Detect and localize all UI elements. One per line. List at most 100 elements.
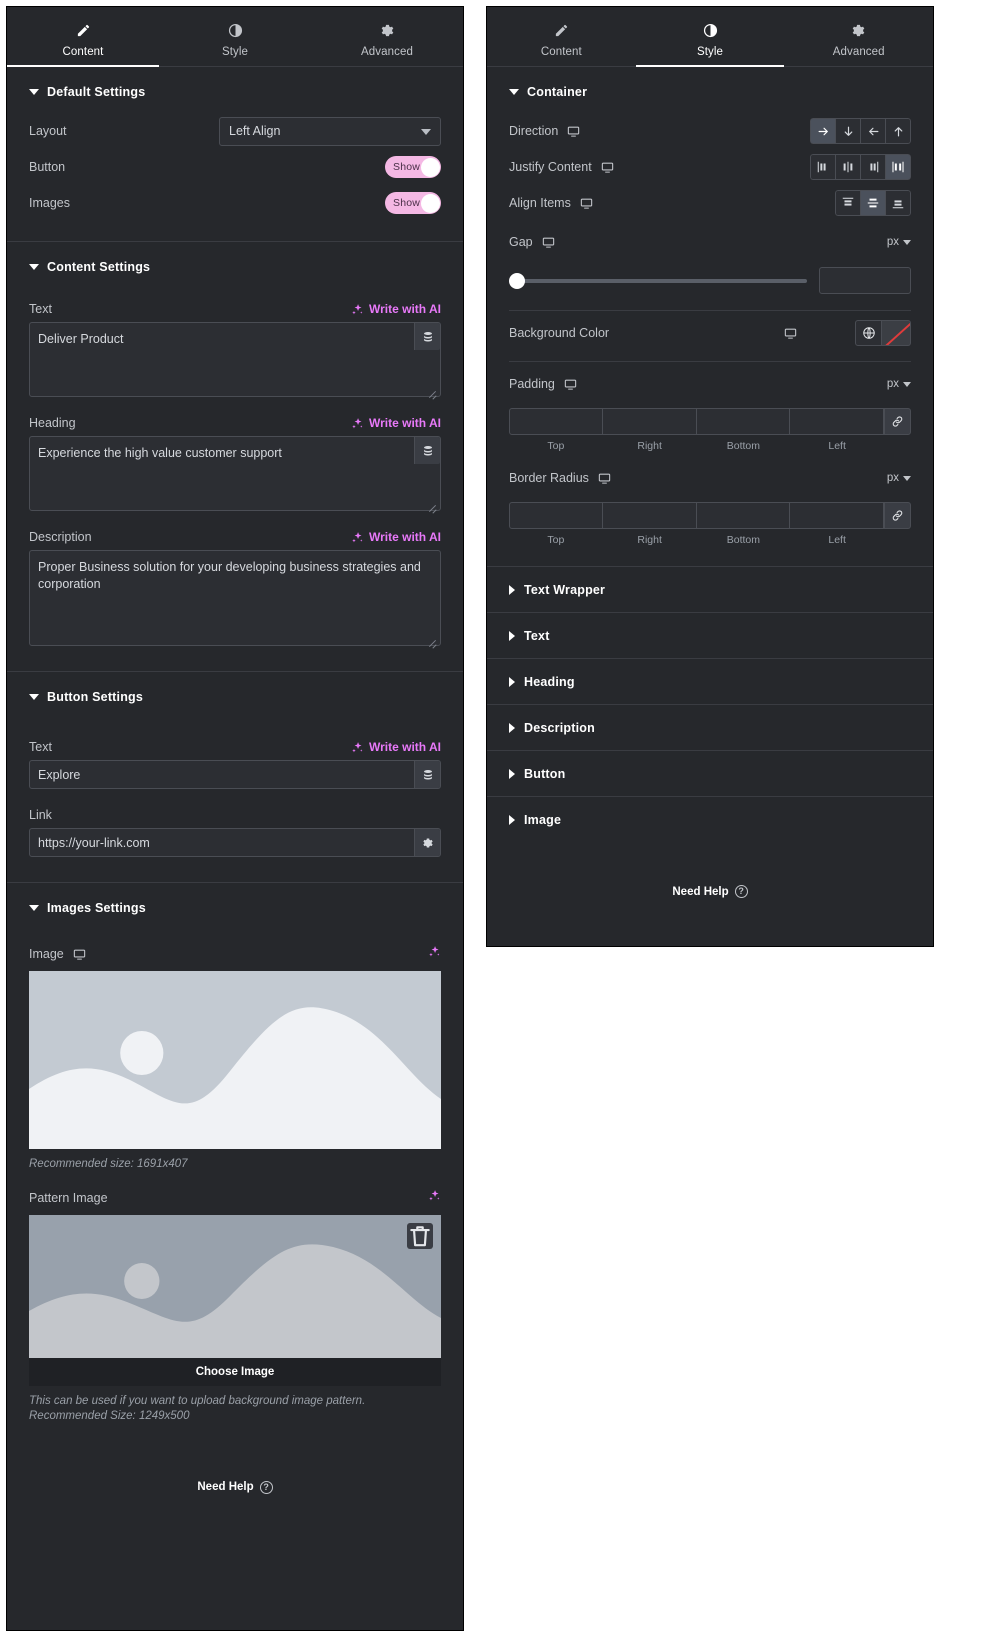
write-with-ai-text-button[interactable]: Write with AI [351, 302, 441, 316]
choose-image-button[interactable]: Choose Image [29, 1357, 441, 1386]
direction-column-button[interactable] [835, 118, 861, 144]
write-with-ai-description-button[interactable]: Write with AI [351, 530, 441, 544]
heading-textarea[interactable] [29, 436, 441, 511]
tab-content[interactable]: Content [7, 7, 159, 67]
link-options-gear-icon[interactable] [414, 829, 440, 856]
text-textarea[interactable] [29, 322, 441, 397]
section-button-settings-header[interactable]: Button Settings [29, 672, 441, 708]
section-content-settings: Content Settings Text Write with AI Deli… [7, 242, 463, 672]
gap-label: Gap [509, 235, 533, 249]
link-input[interactable] [29, 828, 441, 857]
direction-row-button[interactable] [810, 118, 836, 144]
padding-left-input[interactable] [790, 408, 884, 435]
justify-start-button[interactable] [810, 154, 836, 180]
border-radius-left-input[interactable] [790, 502, 884, 529]
accordion-text[interactable]: Text [487, 613, 933, 659]
tab-style[interactable]: Style [159, 7, 311, 67]
border-radius-dimensions: Top Right Bottom Left [509, 502, 911, 546]
responsive-device-icon[interactable] [567, 125, 580, 138]
global-colors-globe-icon[interactable] [855, 320, 882, 346]
gap-slider[interactable] [509, 272, 807, 289]
background-color-swatch-none[interactable] [882, 320, 911, 346]
caret-right-icon [509, 722, 515, 733]
padding-right-input[interactable] [602, 408, 697, 435]
responsive-device-icon[interactable] [542, 236, 555, 249]
tab-content[interactable]: Content [487, 7, 636, 67]
justify-space-between-button[interactable] [885, 154, 911, 180]
gap-slider-knob[interactable] [509, 272, 525, 289]
ai-image-sparkle-icon[interactable] [428, 945, 441, 963]
row-align-items: Align Items [509, 185, 911, 221]
dynamic-tags-icon[interactable] [414, 761, 440, 788]
pattern-image-preview[interactable] [29, 1214, 441, 1358]
question-mark-icon: ? [259, 1480, 273, 1494]
tab-advanced[interactable]: Advanced [784, 7, 933, 67]
image-preview[interactable] [29, 971, 441, 1149]
images-show-toggle[interactable]: Show [385, 192, 441, 214]
align-start-button[interactable] [835, 190, 861, 216]
caret-right-icon [509, 768, 515, 779]
layout-select[interactable]: Left Align [219, 116, 441, 146]
border-radius-bottom-input[interactable] [696, 502, 791, 529]
align-end-button[interactable] [885, 190, 911, 216]
section-default-settings-header[interactable]: Default Settings [29, 67, 441, 103]
contrast-icon [703, 23, 718, 39]
align-items-button-group [835, 190, 911, 216]
description-textarea[interactable] [29, 550, 441, 646]
padding-bottom-input[interactable] [696, 408, 791, 435]
section-container-header[interactable]: Container [509, 67, 911, 103]
align-center-button[interactable] [860, 190, 886, 216]
dynamic-tags-icon[interactable] [414, 323, 440, 350]
padding-unit-select[interactable]: px [887, 378, 911, 390]
border-radius-link-values-icon[interactable] [884, 502, 911, 529]
responsive-device-icon[interactable] [580, 197, 593, 210]
image-label: Image [29, 947, 64, 961]
text-field-label: Text [29, 302, 52, 316]
delete-pattern-image-button[interactable] [407, 1222, 433, 1249]
section-content-settings-header[interactable]: Content Settings [29, 242, 441, 278]
accordion-button[interactable]: Button [487, 751, 933, 797]
style-panel-need-help[interactable]: Need Help ? [487, 843, 933, 926]
ai-pattern-sparkle-icon[interactable] [428, 1189, 441, 1207]
border-radius-unit-select[interactable]: px [887, 472, 911, 484]
padding-bottom-sublabel: Bottom [726, 440, 760, 452]
chevron-down-icon [903, 475, 911, 481]
button-show-toggle[interactable]: Show [385, 156, 441, 178]
accordion-description[interactable]: Description [487, 705, 933, 751]
justify-end-button[interactable] [860, 154, 886, 180]
tab-advanced[interactable]: Advanced [311, 7, 463, 67]
responsive-device-icon[interactable] [564, 378, 577, 391]
responsive-device-icon[interactable] [601, 161, 614, 174]
responsive-device-icon[interactable] [73, 948, 86, 961]
gap-value-input[interactable] [819, 267, 911, 294]
border-radius-right-input[interactable] [602, 502, 697, 529]
direction-column-reverse-button[interactable] [885, 118, 911, 144]
accordion-image[interactable]: Image [487, 797, 933, 843]
section-images-settings: Images Settings Image Recommended size: … [7, 883, 463, 1445]
padding-top-input[interactable] [509, 408, 603, 435]
border-radius-top-input[interactable] [509, 502, 603, 529]
caret-right-icon [509, 815, 515, 825]
toggle-knob [420, 157, 440, 177]
tab-style[interactable]: Style [635, 7, 785, 67]
button-text-field-header: Text Write with AI [29, 740, 441, 754]
responsive-device-icon[interactable] [598, 472, 611, 485]
button-text-input[interactable] [29, 760, 441, 789]
tab-style-label: Style [696, 45, 724, 58]
direction-row-reverse-button[interactable] [860, 118, 886, 144]
write-with-ai-text-label: Write with AI [369, 302, 441, 316]
dynamic-tags-icon[interactable] [414, 437, 440, 464]
accordion-heading[interactable]: Heading [487, 659, 933, 705]
accordion-text-wrapper[interactable]: Text Wrapper [487, 567, 933, 613]
section-container-body: Direction Justify Content Align Items Ga… [509, 103, 911, 566]
padding-link-values-icon[interactable] [884, 408, 911, 435]
content-panel-need-help[interactable]: Need Help ? [7, 1445, 463, 1522]
write-with-ai-button-text[interactable]: Write with AI [351, 740, 441, 754]
responsive-device-icon[interactable] [784, 327, 797, 340]
write-with-ai-heading-button[interactable]: Write with AI [351, 416, 441, 430]
gap-unit-select[interactable]: px [887, 236, 911, 248]
border-radius-bottom-sublabel: Bottom [726, 534, 760, 546]
justify-center-button[interactable] [835, 154, 861, 180]
section-images-settings-header[interactable]: Images Settings [29, 883, 441, 919]
direction-button-group [810, 118, 911, 144]
